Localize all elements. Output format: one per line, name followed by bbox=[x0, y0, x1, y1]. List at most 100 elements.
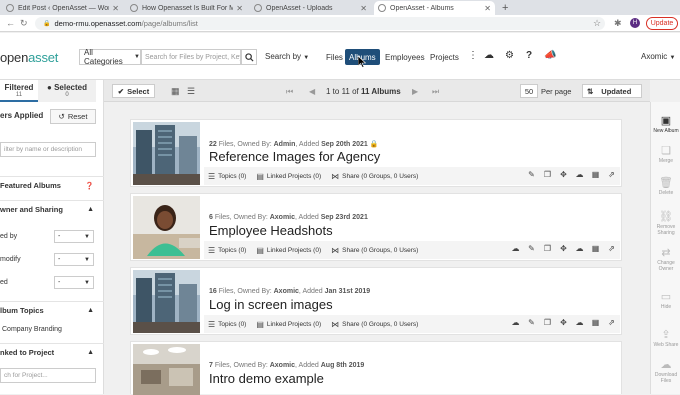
album-thumbnail[interactable] bbox=[133, 196, 200, 259]
download-cloud-icon[interactable]: ☁ bbox=[575, 318, 584, 327]
share-link[interactable]: ⋈ Share (0 Groups, 0 Users) bbox=[331, 320, 418, 329]
update-button[interactable]: Update bbox=[646, 17, 678, 30]
grid-icon[interactable]: ▦ bbox=[591, 318, 600, 327]
album-title[interactable]: Log in screen images bbox=[209, 297, 333, 312]
search-by-dropdown[interactable]: Search by ▼ bbox=[265, 52, 309, 61]
back-icon[interactable]: ← bbox=[6, 18, 15, 28]
grid-icon[interactable]: ▦ bbox=[591, 170, 600, 179]
per-page-input[interactable]: 50 bbox=[520, 84, 538, 98]
download-cloud-icon[interactable]: ☁ bbox=[575, 244, 584, 253]
browser-tab-active[interactable]: OpenAsset - Albums ✕ bbox=[374, 1, 495, 15]
help-icon[interactable]: ? bbox=[526, 50, 532, 61]
album-thumbnail[interactable] bbox=[133, 344, 200, 395]
edit-icon[interactable]: ✎ bbox=[527, 170, 536, 179]
linked-project-section[interactable]: nked to Project ▲ bbox=[0, 343, 104, 361]
search-button[interactable] bbox=[241, 49, 257, 65]
linked-projects-link[interactable]: ▤ Linked Projects (0) bbox=[256, 172, 321, 181]
new-album-action[interactable]: ▣ New Album bbox=[651, 114, 680, 134]
close-tab-icon[interactable]: ✕ bbox=[236, 4, 243, 13]
move-icon[interactable]: ✥ bbox=[559, 318, 568, 327]
settings-gear-icon[interactable]: ⚙ bbox=[505, 50, 514, 61]
profile-avatar[interactable]: H bbox=[630, 18, 640, 28]
grid-view-icon[interactable]: ▦ bbox=[171, 86, 180, 97]
can-modify-select[interactable]: - ▼ bbox=[54, 253, 94, 266]
shared-select[interactable]: - ▼ bbox=[54, 276, 94, 289]
topics-icon: ☰ bbox=[208, 171, 216, 181]
open-external-icon[interactable]: ⇗ bbox=[607, 318, 616, 327]
album-topics-section[interactable]: lbum Topics ▲ bbox=[0, 301, 104, 319]
chevron-up-icon: ▲ bbox=[87, 206, 94, 213]
owner-sharing-section[interactable]: wner and Sharing ▲ bbox=[0, 200, 104, 218]
openasset-logo[interactable]: openasset bbox=[0, 50, 58, 65]
topic-item[interactable]: Company Branding bbox=[2, 326, 62, 333]
nav-employees[interactable]: Employees bbox=[385, 49, 425, 65]
grid-icon[interactable]: ▦ bbox=[591, 244, 600, 253]
merge-icon: ❏ bbox=[661, 145, 671, 157]
select-button[interactable]: ✔ Select bbox=[112, 84, 155, 98]
close-tab-icon[interactable]: ✕ bbox=[112, 4, 119, 13]
list-view-icon[interactable]: ☰ bbox=[187, 86, 195, 97]
edit-icon[interactable]: ✎ bbox=[527, 244, 536, 253]
chevron-up-icon: ▲ bbox=[87, 307, 94, 314]
project-search-input[interactable]: ch for Project... bbox=[0, 368, 96, 383]
topics-link[interactable]: ☰ Topics (0) bbox=[208, 320, 246, 329]
move-icon[interactable]: ✥ bbox=[559, 244, 568, 253]
upload-cloud-icon[interactable]: ☁ bbox=[484, 50, 494, 61]
open-external-icon[interactable]: ⇗ bbox=[607, 170, 616, 179]
first-page-icon[interactable]: ⏮ bbox=[286, 87, 293, 97]
linked-projects-link[interactable]: ▤ Linked Projects (0) bbox=[256, 246, 321, 255]
album-files-icon[interactable]: ❐ bbox=[543, 318, 552, 327]
bookmark-star-icon[interactable]: ☆ bbox=[593, 18, 601, 29]
close-tab-icon[interactable]: ✕ bbox=[484, 4, 491, 13]
album-thumbnail[interactable] bbox=[133, 122, 200, 185]
topics-link[interactable]: ☰ Topics (0) bbox=[208, 172, 246, 181]
browser-tab[interactable]: OpenAsset - Uploads ✕ bbox=[250, 1, 371, 15]
close-tab-icon[interactable]: ✕ bbox=[360, 4, 367, 13]
linked-projects-link[interactable]: ▤ Linked Projects (0) bbox=[256, 320, 321, 329]
album-card[interactable]: 16 Files, Owned By: Axomic, Added Jan 31… bbox=[130, 267, 622, 335]
open-external-icon[interactable]: ⇗ bbox=[607, 244, 616, 253]
album-title[interactable]: Intro demo example bbox=[209, 371, 324, 386]
user-menu[interactable]: Axomic ▼ bbox=[641, 52, 675, 61]
nav-files[interactable]: Files bbox=[326, 49, 343, 65]
url-field[interactable]: 🔒 demo-rmu.openasset.com/page/albums/lis… bbox=[35, 17, 605, 30]
new-tab-icon[interactable]: + bbox=[502, 2, 508, 14]
album-card[interactable]: 6 Files, Owned By: Axomic, Added Sep 23r… bbox=[130, 193, 622, 261]
category-select[interactable]: All Categories ▼ bbox=[79, 48, 141, 66]
share-link[interactable]: ⋈ Share (0 Groups, 0 Users) bbox=[331, 172, 418, 181]
share-link[interactable]: ⋈ Share (0 Groups, 0 Users) bbox=[331, 246, 418, 255]
selected-tab[interactable]: ● Selected 0 bbox=[38, 80, 96, 102]
featured-albums-section[interactable]: Featured Albums ❓ bbox=[0, 176, 104, 194]
swap-icon: ⇄ bbox=[661, 247, 671, 259]
extensions-icon[interactable]: ✱ bbox=[614, 18, 622, 29]
change-owner-action: ⇄ Change Owner bbox=[651, 246, 680, 272]
album-files-icon[interactable]: ❐ bbox=[543, 170, 552, 179]
album-card[interactable]: 7 Files, Owned By: Axomic, Added Aug 8th… bbox=[130, 341, 622, 395]
album-thumbnail[interactable] bbox=[133, 270, 200, 333]
upload-cloud-icon[interactable]: ☁ bbox=[511, 244, 520, 253]
album-card[interactable]: 22 Files, Owned By: Admin, Added Sep 20t… bbox=[130, 119, 622, 187]
nav-projects[interactable]: Projects bbox=[430, 49, 459, 65]
announcement-megaphone-icon[interactable]: 📣 bbox=[544, 50, 556, 61]
prev-page-icon[interactable]: ◀ bbox=[309, 87, 315, 96]
sort-button[interactable]: ⇅ Updated bbox=[582, 84, 642, 98]
album-files-icon[interactable]: ❐ bbox=[543, 244, 552, 253]
topics-link[interactable]: ☰ Topics (0) bbox=[208, 246, 246, 255]
more-menu-icon[interactable]: ⋮ bbox=[468, 50, 478, 61]
reload-icon[interactable]: ↻ bbox=[20, 18, 28, 29]
next-page-icon[interactable]: ▶ bbox=[412, 87, 418, 96]
filtered-tab[interactable]: Filtered 11 bbox=[0, 80, 38, 102]
album-title[interactable]: Employee Headshots bbox=[209, 223, 333, 238]
filter-name-input[interactable]: ilter by name or description bbox=[0, 142, 96, 157]
search-input[interactable]: Search for Files by Project, Keyw bbox=[141, 49, 241, 65]
reset-button[interactable]: ↺ Reset bbox=[50, 109, 96, 124]
upload-cloud-icon[interactable]: ☁ bbox=[511, 318, 520, 327]
owned-by-select[interactable]: - ▼ bbox=[54, 230, 94, 243]
browser-tab[interactable]: How Openasset Is Built For M... ✕ bbox=[126, 1, 247, 15]
album-title[interactable]: Reference Images for Agency bbox=[209, 149, 380, 164]
move-icon[interactable]: ✥ bbox=[559, 170, 568, 179]
edit-icon[interactable]: ✎ bbox=[527, 318, 536, 327]
browser-tab[interactable]: Edit Post ‹ OpenAsset — Wor... ✕ bbox=[2, 1, 123, 15]
last-page-icon[interactable]: ⏭ bbox=[432, 87, 439, 97]
download-cloud-icon[interactable]: ☁ bbox=[575, 170, 584, 179]
